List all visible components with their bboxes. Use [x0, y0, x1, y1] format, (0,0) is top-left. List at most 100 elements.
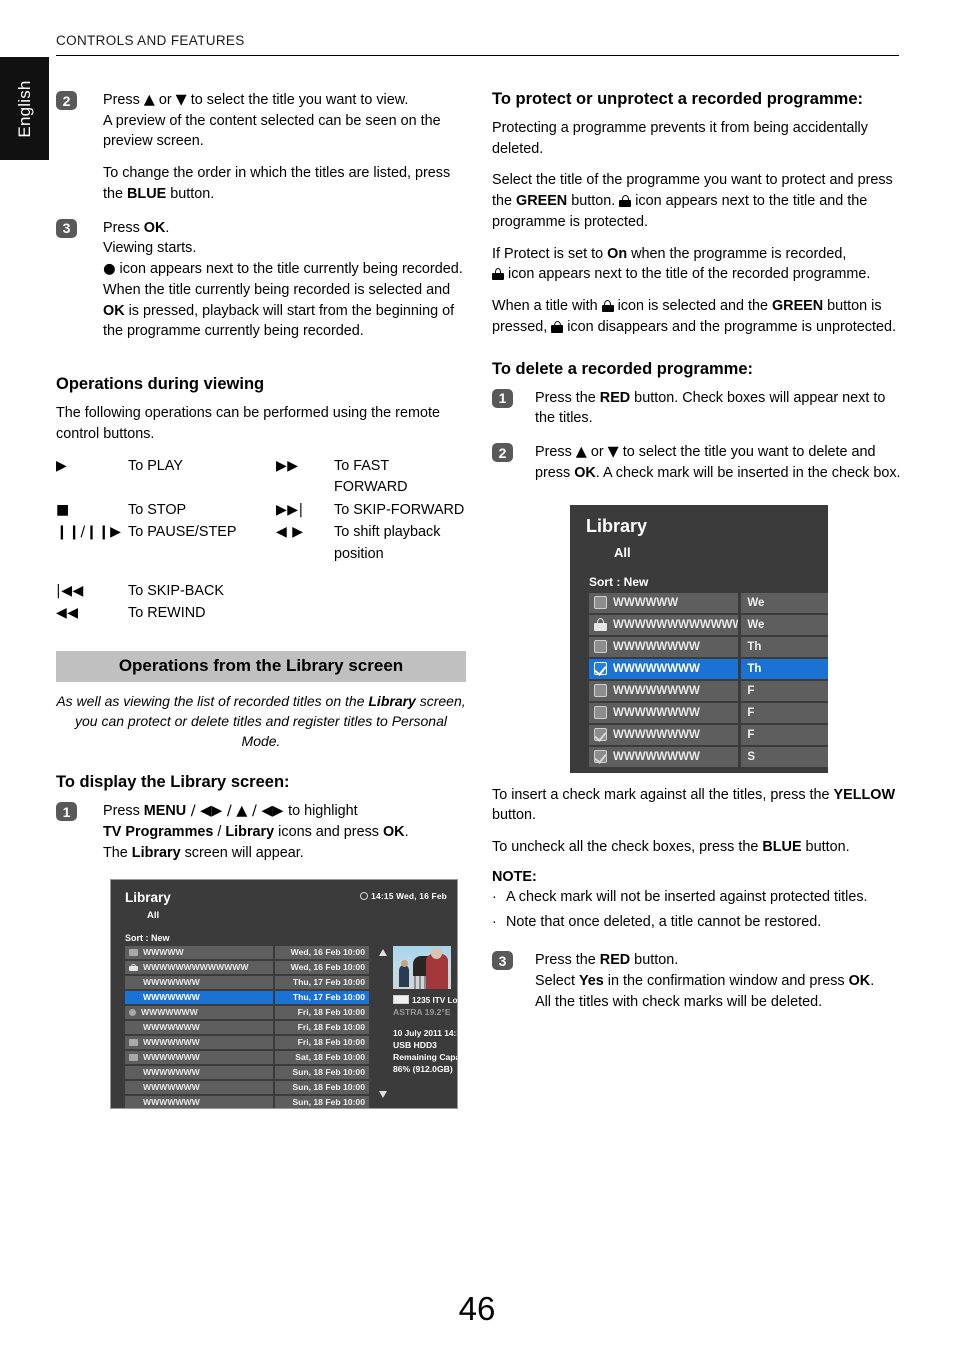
ops-label: To FAST FORWARD	[334, 457, 408, 496]
library-row[interactable]: WWWWWWW Thu, 17 Feb 10:00	[125, 990, 375, 1004]
delete-step-2: 2 Press ▲ or ▼ to select the title you w…	[492, 442, 902, 494]
row-title-cell[interactable]: WWWWW	[125, 945, 273, 959]
ok-button-label: OK	[848, 972, 871, 989]
row-date-cell: S	[741, 746, 828, 767]
green-button-label: GREEN	[771, 298, 824, 315]
p4-d: icon disappears and the programme is unp…	[563, 318, 896, 335]
checkbox-icon[interactable]	[594, 684, 607, 698]
scroll-down-arrow-icon[interactable]	[379, 1090, 387, 1098]
p4-b: icon is selected and the	[613, 298, 772, 315]
row-date-cell: We	[741, 592, 828, 613]
delete-step2-text: Press ▲ or ▼ to select the title you wan…	[535, 442, 902, 483]
checkbox-icon[interactable]	[594, 706, 607, 720]
step3-line3-text: icon appears next to the title currently…	[115, 261, 463, 278]
row-title-cell[interactable]: WWWWWWWWWWWWWW	[589, 614, 739, 635]
blank-icon	[129, 1099, 138, 1106]
delete-step3-line3: All the titles with check marks will be …	[535, 993, 823, 1010]
library-row[interactable]: WWWWWWW Sun, 18 Feb 10:00	[125, 1095, 375, 1108]
row-title-cell[interactable]: WWWWWWW	[125, 975, 273, 989]
lock-icon	[492, 268, 504, 281]
ops-label: To PLAY	[128, 457, 183, 474]
step1-line2-c: .	[404, 824, 409, 841]
intro-a: As well as viewing the list of recorded …	[56, 692, 369, 709]
library-row[interactable]: WWWWWWWWWWWWWWWe	[589, 614, 828, 635]
row-title-text: WWWWWWWW	[613, 750, 700, 763]
row-title-cell[interactable]: WWWWWWWWWWWWW	[125, 960, 273, 974]
library-row[interactable]: WWWWWWWW F	[589, 724, 828, 745]
row-title-cell[interactable]: WWWWWWWW	[589, 702, 739, 723]
rewind-icon: ◀◀	[56, 605, 79, 622]
row-title-cell[interactable]: WWWWWWWW	[589, 746, 739, 767]
row-title-cell[interactable]: WWWWWWW	[125, 1095, 273, 1108]
library-row[interactable]: WWWWWWWW F	[589, 680, 828, 701]
ops-spacer	[56, 567, 466, 581]
step3-line2: Viewing starts.	[103, 240, 197, 257]
library-row[interactable]: WWWWWWW Sun, 18 Feb 10:00	[125, 1080, 375, 1094]
sep: /	[213, 824, 226, 841]
library-row[interactable]: WWWWWWW Thu, 17 Feb 10:00	[125, 975, 375, 989]
row-title-text: WWWWWWW	[143, 1022, 200, 1033]
library-row[interactable]: WWWWWWWW Th	[589, 658, 828, 679]
checkbox-checked-icon[interactable]	[594, 728, 607, 742]
library-operations-intro: As well as viewing the list of recorded …	[56, 692, 466, 752]
library-row[interactable]: WWWWWWW Fri, 18 Feb 10:00	[125, 1005, 375, 1019]
library-label: Library	[131, 844, 181, 861]
t-a: Press	[535, 444, 576, 461]
right-column: To protect or unprotect a recorded progr…	[492, 90, 902, 1025]
channel-name: 1235 ITV London	[412, 995, 458, 1005]
library-row[interactable]: WWWWWW We	[589, 592, 828, 613]
row-title-cell[interactable]: WWWWWWW	[125, 1005, 273, 1019]
row-title-cell[interactable]: WWWWWWW	[125, 1080, 273, 1094]
library-row[interactable]: WWWWWWWW Th	[589, 636, 828, 657]
library-row[interactable]: WWWWWWW Fri, 18 Feb 10:00	[125, 1020, 375, 1034]
down-arrow-icon: ▼	[607, 444, 619, 461]
checkbox-icon[interactable]	[594, 596, 607, 610]
checkbox-icon[interactable]	[594, 640, 607, 654]
step1-line2-b: icons and press	[274, 824, 383, 841]
row-title-cell[interactable]: WWWWWWWW	[589, 724, 739, 745]
library-row[interactable]: WWWWWWW Fri, 18 Feb 10:00	[125, 1035, 375, 1049]
scroll-up-arrow-icon[interactable]	[379, 948, 387, 956]
library-screen-screenshot: Library All 14:15 Wed, 16 Feb Sort : New…	[110, 878, 458, 1109]
yellow-button-paragraph: To insert a check mark against all the t…	[492, 785, 902, 826]
p4-a: When a title with	[492, 298, 602, 315]
library-row[interactable]: WWWWWWWW S	[589, 746, 828, 767]
protect-paragraph-4: When a title with icon is selected and t…	[492, 296, 902, 337]
step2-line1-b: or	[154, 92, 176, 108]
step1-line1-b: to highlight	[288, 803, 358, 820]
library-row[interactable]: WWWWWWW Sun, 18 Feb 10:00	[125, 1065, 375, 1079]
lock-icon	[129, 963, 138, 971]
lock-icon	[619, 195, 632, 208]
row-title-cell[interactable]: WWWWWWW	[125, 1050, 273, 1064]
ops-row: ◀◀ To REWIND	[56, 603, 466, 625]
row-date-cell: Wed, 16 Feb 10:00	[275, 945, 369, 959]
row-title-cell[interactable]: WWWWWW	[589, 592, 739, 613]
p3-c: icon appears next to the title of the re…	[504, 266, 871, 283]
row-title-cell[interactable]: WWWWWWW	[125, 990, 273, 1004]
row-title-cell[interactable]: WWWWWWWW	[589, 636, 739, 657]
yellow-button-label: YELLOW	[833, 786, 896, 803]
row-title-cell[interactable]: WWWWWWW	[125, 1035, 273, 1049]
library-row[interactable]: WWWWW Wed, 16 Feb 10:00	[125, 945, 375, 959]
thumb-figure	[426, 953, 448, 989]
row-title-cell[interactable]: WWWWWWW	[125, 1065, 273, 1079]
checkbox-checked-icon[interactable]	[594, 662, 607, 676]
library-row[interactable]: WWWWWWW Sat, 18 Feb 10:00	[125, 1050, 375, 1064]
row-title-cell[interactable]: WWWWWWWW	[589, 680, 739, 701]
delete-step-1-text: Press the RED button. Check boxes will a…	[513, 388, 902, 440]
a-a: To insert a check mark against all the t…	[492, 786, 834, 803]
row-title-cell[interactable]: WWWWWWWW	[589, 658, 739, 679]
step1-line3-a: The	[103, 844, 132, 861]
row-title-cell[interactable]: WWWWWWW	[125, 1020, 273, 1034]
ops-label: To REWIND	[128, 605, 206, 622]
library-row[interactable]: WWWWWWWW F	[589, 702, 828, 723]
library-row[interactable]: WWWWWWWWWWWWW Wed, 16 Feb 10:00	[125, 960, 375, 974]
delete-step-3-text: Press the RED button. Select Yes in the …	[513, 950, 874, 1023]
stop-icon: ■	[56, 501, 70, 518]
screenshot-b-sort: Sort : New	[589, 574, 649, 589]
left-right-arrow-icon: ◀ ▶	[276, 524, 304, 541]
note-item: · Note that once deleted, a title cannot…	[492, 912, 902, 933]
checkbox-checked-icon[interactable]	[594, 750, 607, 764]
l2-c: .	[870, 972, 875, 989]
delete-step1-text: Press the RED button. Check boxes will a…	[535, 388, 902, 429]
